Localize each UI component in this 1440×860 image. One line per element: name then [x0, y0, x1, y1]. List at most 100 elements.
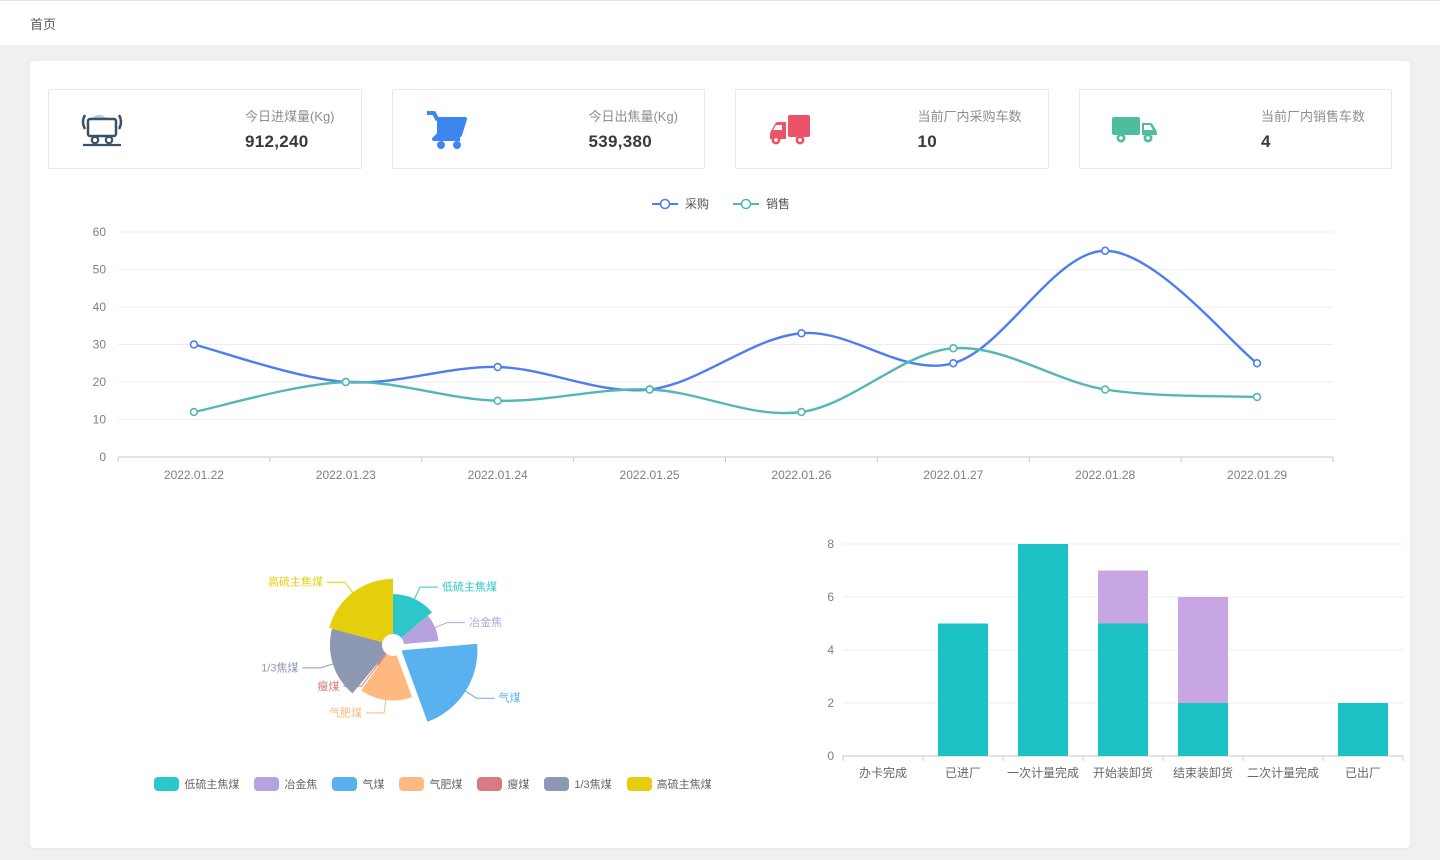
legend-item[interactable]: 采购 [650, 195, 709, 212]
bar-segment[interactable] [1178, 597, 1228, 703]
bar-segment[interactable] [1098, 624, 1148, 757]
stat-value: 539,380 [588, 132, 678, 152]
legend-item[interactable]: 冶金焦 [254, 776, 317, 792]
legend-swatch [254, 777, 279, 791]
legend-marker-icon [731, 197, 761, 211]
axis-label: 4 [827, 643, 834, 657]
legend-marker-icon [650, 197, 680, 211]
bar-segment[interactable] [1178, 703, 1228, 756]
data-point[interactable] [1102, 247, 1109, 254]
truck-sales-icon [1106, 105, 1162, 153]
legend-item[interactable]: 气肥煤 [399, 776, 462, 792]
bar-segment[interactable] [1338, 703, 1388, 756]
pie-label-line [434, 623, 465, 628]
pie-label: 冶金焦 [469, 615, 502, 629]
data-point[interactable] [1254, 360, 1261, 367]
axis-label: 2022.01.25 [620, 468, 680, 482]
line-series [194, 251, 1257, 391]
legend-item[interactable]: 1/3焦煤 [544, 776, 611, 792]
pie-label: 气煤 [498, 691, 520, 705]
data-point[interactable] [494, 397, 501, 404]
legend-swatch [154, 777, 179, 791]
legend-swatch [399, 777, 424, 791]
axis-label: 已出厂 [1345, 766, 1381, 780]
stat-value: 912,240 [245, 132, 335, 152]
axis-label: 10 [93, 413, 107, 427]
legend-item[interactable]: 高硫主焦煤 [627, 776, 712, 792]
coal-type-rose-chart: 低硫主焦煤冶金焦气煤气肥煤瘦煤1/3焦煤高硫主焦煤 [48, 525, 808, 767]
legend-swatch [477, 777, 502, 791]
legend-label: 低硫主焦煤 [184, 776, 239, 792]
pie-chart-legend: 低硫主焦煤 冶金焦 气煤 气肥煤瘦煤 1/3焦煤 高硫主焦煤 [48, 776, 818, 792]
data-point[interactable] [646, 386, 653, 393]
data-point[interactable] [950, 345, 957, 352]
pie-label-line [302, 664, 333, 668]
axis-label: 一次计量完成 [1007, 765, 1079, 780]
vehicle-status-bar-block: 02468办卡完成已进厂一次计量完成开始装卸货结束装卸货二次计量完成已出厂 [818, 525, 1428, 800]
axis-label: 2022.01.26 [771, 468, 831, 482]
truck-purchase-icon [762, 105, 818, 153]
legend-item[interactable]: 低硫主焦煤 [154, 776, 239, 792]
top-navigation-bar: 首页 [0, 0, 1440, 45]
axis-label: 2022.01.29 [1227, 468, 1287, 482]
bar-segment[interactable] [1018, 544, 1068, 756]
pie-label-line [465, 691, 495, 699]
line-series [194, 348, 1257, 413]
dashboard-panel: 今日进煤量(Kg) 912,240 今日出焦量(Kg) 539,380 [30, 61, 1410, 848]
legend-label: 1/3焦煤 [574, 776, 611, 792]
stat-cards-row: 今日进煤量(Kg) 912,240 今日出焦量(Kg) 539,380 [48, 89, 1392, 169]
legend-item[interactable]: 销售 [731, 195, 790, 212]
legend-item[interactable]: 瘦煤 [477, 776, 529, 792]
pie-label-line [327, 582, 354, 593]
data-point[interactable] [342, 379, 349, 386]
vehicle-status-bar-chart: 02468办卡完成已进厂一次计量完成开始装卸货结束装卸货二次计量完成已出厂 [818, 529, 1428, 795]
pie-label-line [366, 699, 386, 713]
stat-card-coal-in: 今日进煤量(Kg) 912,240 [48, 89, 362, 169]
bar-segment[interactable] [938, 624, 988, 757]
legend-label: 冶金焦 [284, 776, 317, 792]
axis-label: 2 [827, 696, 834, 710]
pie-label: 气肥煤 [329, 705, 362, 719]
data-point[interactable] [494, 364, 501, 371]
stat-value: 10 [917, 132, 1021, 152]
bar-segment[interactable] [1098, 571, 1148, 624]
axis-label: 2022.01.22 [164, 468, 224, 482]
stat-label: 当前厂内采购车数 [917, 106, 1021, 125]
pie-label: 高硫主焦煤 [268, 575, 323, 589]
data-point[interactable] [798, 409, 805, 416]
legend-item[interactable]: 气煤 [332, 776, 384, 792]
axis-label: 40 [93, 300, 107, 314]
legend-swatch [627, 777, 652, 791]
axis-label: 办卡完成 [859, 765, 907, 780]
line-chart-legend: 采购 销售 [48, 195, 1392, 212]
pie-label: 1/3焦煤 [261, 661, 298, 674]
legend-label: 销售 [766, 195, 790, 212]
axis-label: 2022.01.23 [316, 468, 376, 482]
purchase-sales-line-chart: 01020304050602022.01.222022.01.232022.01… [48, 214, 1388, 486]
breadcrumb[interactable]: 首页 [30, 14, 56, 33]
axis-label: 二次计量完成 [1247, 765, 1319, 780]
pie-slice[interactable] [401, 644, 477, 722]
axis-label: 2022.01.24 [468, 468, 528, 482]
axis-label: 8 [827, 537, 834, 551]
stat-label: 当前厂内销售车数 [1261, 106, 1365, 125]
legend-swatch [544, 777, 569, 791]
axis-label: 2022.01.28 [1075, 468, 1135, 482]
axis-label: 20 [93, 375, 107, 389]
legend-swatch [332, 777, 357, 791]
data-point[interactable] [798, 330, 805, 337]
axis-label: 6 [827, 590, 834, 604]
legend-label: 高硫主焦煤 [657, 776, 712, 792]
data-point[interactable] [1102, 386, 1109, 393]
data-point[interactable] [191, 341, 198, 348]
legend-label: 气煤 [362, 776, 384, 792]
axis-label: 60 [93, 225, 107, 239]
stat-card-sales-trucks: 当前厂内销售车数 4 [1079, 89, 1393, 169]
stat-card-purchase-trucks: 当前厂内采购车数 10 [735, 89, 1049, 169]
pie-label-line [414, 587, 438, 600]
data-point[interactable] [950, 360, 957, 367]
data-point[interactable] [1254, 394, 1261, 401]
legend-label: 气肥煤 [429, 776, 462, 792]
axis-label: 0 [99, 450, 106, 464]
data-point[interactable] [191, 409, 198, 416]
